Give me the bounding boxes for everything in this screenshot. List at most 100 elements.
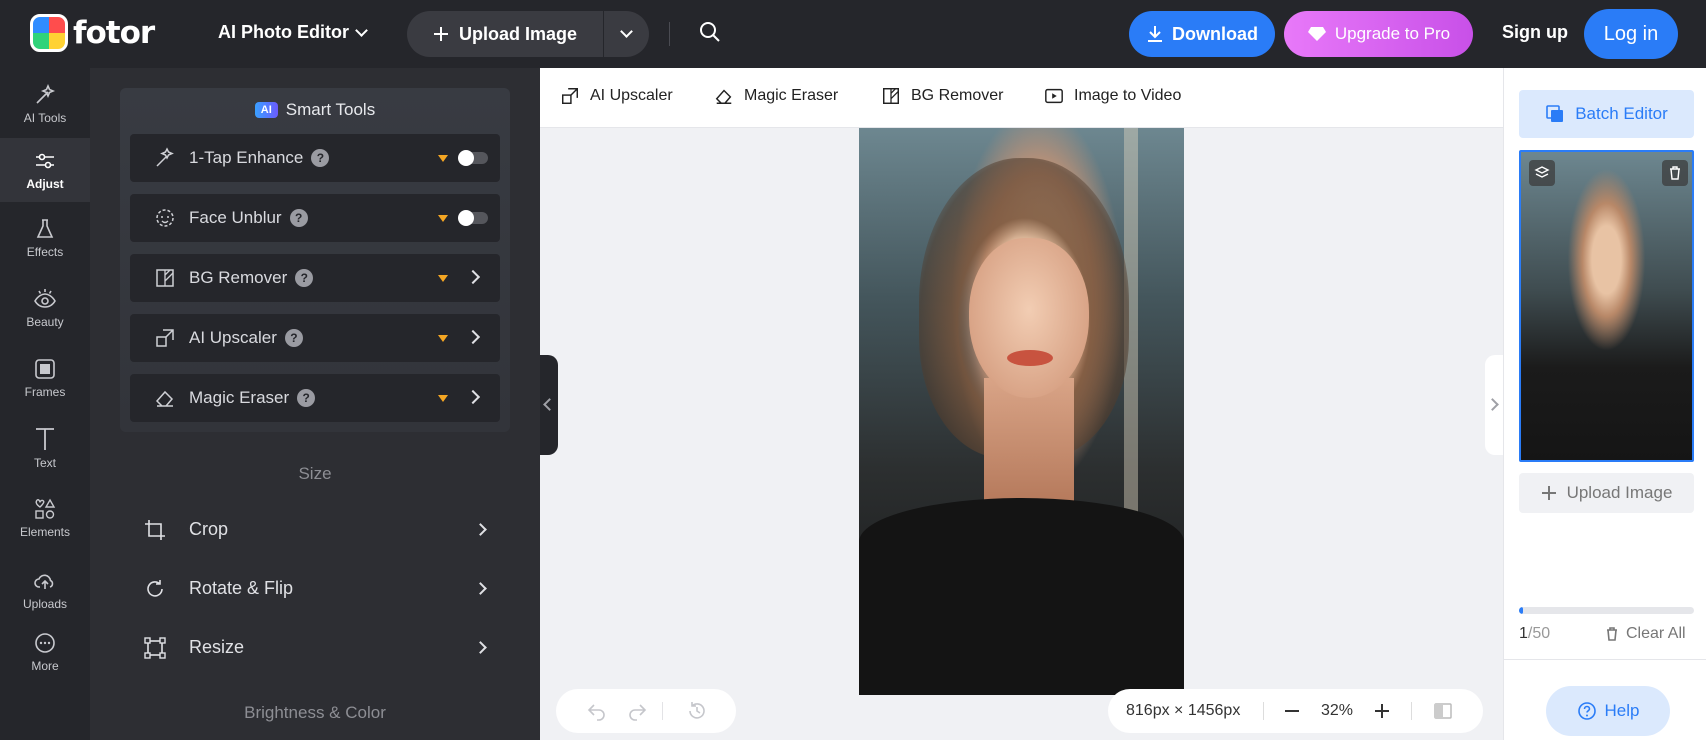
- collapse-left-panel-button[interactable]: [540, 355, 558, 455]
- history-reset-icon[interactable]: [686, 700, 708, 722]
- download-icon: [1148, 26, 1162, 42]
- enhance-icon: [156, 147, 174, 167]
- upgrade-label: Upgrade to Pro: [1334, 24, 1451, 43]
- nav-item-frames[interactable]: Frames: [0, 346, 90, 410]
- search-icon: [700, 22, 720, 42]
- chevron-right-icon: [474, 582, 487, 595]
- tool-label: AI Upscaler?: [189, 328, 303, 348]
- layers-button[interactable]: [1529, 160, 1555, 186]
- tool-row-face-unblur[interactable]: Face Unblur?: [130, 194, 500, 242]
- upload-options-dropdown[interactable]: [604, 11, 649, 57]
- chevron-right-icon: [465, 329, 481, 345]
- compare-icon[interactable]: [1433, 701, 1453, 721]
- help-question-icon[interactable]: ?: [297, 389, 316, 407]
- quick-tool-magic-eraser[interactable]: Magic Eraser: [714, 86, 838, 106]
- help-question-icon[interactable]: ?: [284, 329, 303, 347]
- editor-menu-dropdown[interactable]: AI Photo Editor: [218, 22, 368, 43]
- quick-tool-label: AI Upscaler: [590, 87, 673, 104]
- quick-tool-bg-remover[interactable]: BG Remover: [881, 86, 1003, 106]
- tool-label: BG Remover?: [189, 268, 314, 288]
- canvas-photo[interactable]: [859, 128, 1184, 695]
- cloud-upload-icon: [34, 574, 54, 589]
- sign-up-link[interactable]: Sign up: [1502, 22, 1568, 43]
- help-label: Help: [1604, 701, 1640, 720]
- nav-item-adjust[interactable]: Adjust: [0, 138, 90, 202]
- frame-icon: [35, 359, 55, 379]
- tool-row-1-tap-enhance[interactable]: 1-Tap Enhance?: [130, 134, 500, 182]
- eraser-icon: [715, 89, 732, 104]
- diamond-icon: [1307, 27, 1326, 41]
- bg-remover-icon: [156, 269, 174, 287]
- batch-editor-button[interactable]: Batch Editor: [1519, 90, 1694, 138]
- quick-tool-ai-upscaler[interactable]: AI Upscaler: [560, 86, 673, 106]
- quick-tool-label: Magic Eraser: [744, 87, 839, 104]
- upgrade-to-pro-button[interactable]: Upgrade to Pro: [1284, 11, 1473, 57]
- zoom-in-icon[interactable]: [1373, 702, 1391, 720]
- clear-all-label: Clear All: [1626, 625, 1686, 642]
- tool-label: 1-Tap Enhance?: [189, 148, 330, 168]
- tool-row-ai-upscaler[interactable]: AI Upscaler?: [130, 314, 500, 362]
- nav-label: More: [31, 659, 59, 673]
- chevron-right-icon: [474, 523, 487, 536]
- smart-tools-title: Smart Tools: [285, 100, 376, 119]
- collapse-right-panel-button[interactable]: [1485, 355, 1503, 455]
- pro-gem-icon: [438, 395, 448, 402]
- delete-thumbnail-button[interactable]: [1662, 160, 1688, 186]
- search-button[interactable]: [698, 20, 726, 48]
- batch-editor-label: Batch Editor: [1575, 104, 1668, 123]
- tool-row-magic-eraser[interactable]: Magic Eraser?: [130, 374, 500, 422]
- zoom-out-icon[interactable]: [1283, 702, 1301, 720]
- quick-tool-image-to-video[interactable]: Image to Video: [1044, 86, 1181, 106]
- smart-tools-header: AI Smart Tools: [120, 100, 510, 120]
- undo-icon[interactable]: [586, 700, 608, 722]
- nav-label: Effects: [26, 245, 64, 259]
- chevron-right-icon: [465, 269, 481, 285]
- right-upload-image-button[interactable]: Upload Image: [1519, 473, 1694, 513]
- face-unblur-toggle[interactable]: [458, 210, 488, 226]
- nav-item-text[interactable]: Text: [0, 416, 90, 480]
- shapes-icon: [35, 498, 56, 519]
- tool-row-bg-remover[interactable]: BG Remover?: [130, 254, 500, 302]
- nav-item-more[interactable]: More: [0, 620, 90, 684]
- resize-row[interactable]: Resize: [144, 628, 504, 668]
- help-question-icon[interactable]: ?: [289, 209, 308, 227]
- rotate-flip-label: Rotate & Flip: [189, 578, 294, 598]
- photo-face: [969, 238, 1089, 398]
- history-divider: [662, 702, 663, 720]
- help-question-icon[interactable]: ?: [295, 269, 314, 287]
- download-button[interactable]: Download: [1129, 11, 1275, 57]
- left-nav: AI Tools Adjust Effects Beauty Frames Te…: [0, 68, 90, 740]
- nav-item-elements[interactable]: Elements: [0, 486, 90, 550]
- log-in-button[interactable]: Log in: [1584, 9, 1678, 59]
- bg-remover-icon: [883, 88, 899, 104]
- crop-label: Crop: [189, 519, 229, 539]
- upload-image-button[interactable]: Upload Image: [407, 11, 603, 57]
- trash-icon: [1670, 166, 1680, 180]
- nav-item-ai-tools[interactable]: AI Tools: [0, 72, 90, 136]
- nav-item-uploads[interactable]: Uploads: [0, 558, 90, 622]
- redo-icon[interactable]: [626, 700, 648, 722]
- batch-stack-icon: [1546, 105, 1564, 122]
- chevron-down-icon: [620, 25, 633, 38]
- image-thumbnail[interactable]: [1519, 150, 1694, 462]
- nav-item-effects[interactable]: Effects: [0, 206, 90, 270]
- crop-row[interactable]: Crop: [144, 510, 504, 550]
- brightness-section-title: Brightness & Color: [244, 703, 386, 722]
- photo-sweater: [859, 498, 1184, 695]
- nav-label: Uploads: [22, 597, 68, 611]
- logo-text: fotor: [73, 15, 155, 51]
- adjust-panel: AI Smart Tools 1-Tap Enhance? Face Unblu…: [90, 68, 540, 740]
- rotate-flip-row[interactable]: Rotate & Flip: [144, 569, 504, 609]
- logo-mark-icon: [30, 14, 68, 52]
- nav-label: Beauty: [26, 315, 64, 329]
- nav-item-beauty[interactable]: Beauty: [0, 276, 90, 340]
- help-button[interactable]: Help: [1546, 686, 1670, 736]
- upload-progress-fill: [1519, 607, 1523, 614]
- fotor-logo[interactable]: fotor: [30, 14, 155, 52]
- help-question-icon[interactable]: ?: [311, 149, 330, 167]
- enhance-toggle[interactable]: [458, 150, 488, 166]
- clear-all-button[interactable]: Clear All: [1604, 625, 1686, 643]
- history-controls: [556, 689, 736, 733]
- more-dots-icon: [35, 633, 55, 653]
- eraser-icon: [155, 390, 174, 407]
